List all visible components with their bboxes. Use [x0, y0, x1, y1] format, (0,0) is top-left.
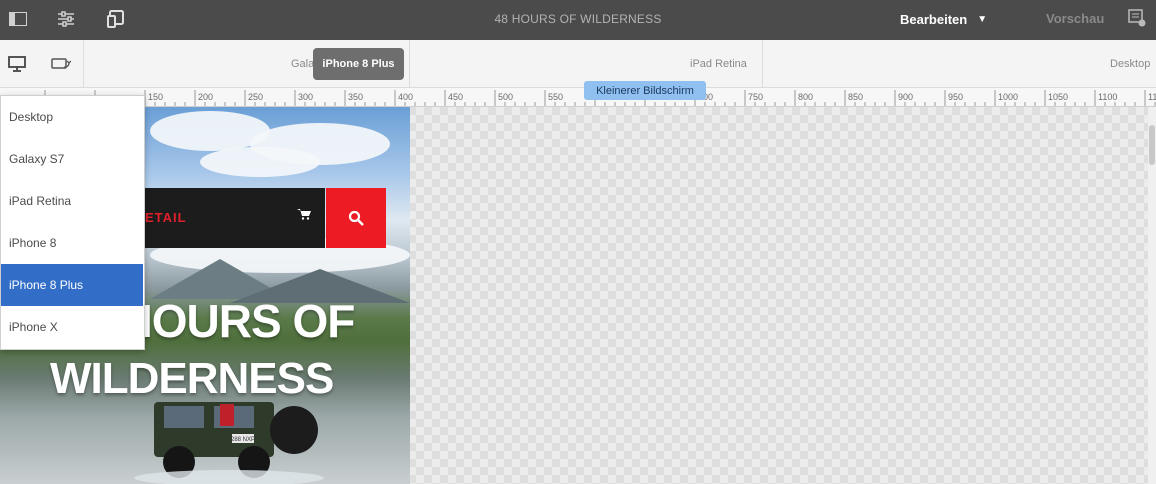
device-tooltip: iPhone 8 Plus	[313, 48, 404, 80]
ruler-label: 850	[848, 92, 863, 102]
preview-button[interactable]: Vorschau	[1046, 11, 1104, 26]
search-icon	[348, 210, 364, 226]
page-properties-icon[interactable]	[54, 8, 78, 30]
device-divider	[409, 40, 410, 88]
cloud	[200, 147, 320, 177]
ruler-label: 450	[448, 92, 463, 102]
device-dropdown: Desktop Galaxy S7 iPad Retina iPhone 8 i…	[0, 95, 145, 350]
ruler-label: 1050	[1048, 92, 1068, 102]
device-divider	[762, 40, 763, 88]
site-search-button[interactable]	[326, 188, 386, 248]
ruler-label: 750	[748, 92, 763, 102]
side-panel-icon[interactable]	[6, 8, 30, 30]
edit-mode-label: Bearbeiten	[900, 11, 968, 27]
cart-icon[interactable]	[297, 208, 311, 223]
annotation-icon[interactable]	[1128, 9, 1146, 32]
desktop-icon[interactable]	[6, 54, 28, 74]
ruler-label: 300	[298, 92, 313, 102]
ruler-label: 950	[948, 92, 963, 102]
emulator-bar: Galaxy S7 iPad Retina Desktop	[0, 40, 1156, 88]
top-toolbar: 48 HOURS OF WILDERNESS Bearbeiten ▼ Vors…	[0, 0, 1156, 40]
device-option-desktop[interactable]: Desktop	[1, 96, 143, 138]
device-option-galaxy-s7[interactable]: Galaxy S7	[1, 138, 143, 180]
rotate-device-icon[interactable]	[50, 54, 72, 74]
ruler-label: 500	[498, 92, 513, 102]
ruler-label: 550	[548, 92, 563, 102]
ruler-label: 150	[148, 92, 163, 102]
scrollbar-thumb[interactable]	[1149, 125, 1155, 165]
emulator-icon[interactable]	[104, 8, 128, 30]
site-navbar: ETAIL	[145, 188, 325, 248]
vertical-scrollbar[interactable]	[1148, 107, 1156, 484]
device-option-iphone-x[interactable]: iPhone X	[1, 306, 143, 348]
ruler-label: 1000	[998, 92, 1018, 102]
vehicle-image: 288 NXP	[134, 402, 324, 484]
edit-mode-button[interactable]: Bearbeiten ▼	[900, 9, 987, 29]
ruler-ticks: 1502002503003504004505005506006507007508…	[44, 90, 1156, 106]
ruler-label: 350	[348, 92, 363, 102]
smaller-screen-tag[interactable]: Kleinerer Bildschirm	[584, 81, 706, 100]
device-label-desktop[interactable]: Desktop	[1110, 58, 1150, 70]
ruler-label: 900	[898, 92, 913, 102]
device-label-ipad-retina[interactable]: iPad Retina	[690, 58, 747, 70]
emulator-icon-group	[0, 40, 84, 88]
license-plate: 288 NXP	[231, 437, 255, 443]
ruler-label: 250	[248, 92, 263, 102]
ruler-label: 800	[798, 92, 813, 102]
ruler-label: 400	[398, 92, 413, 102]
device-option-ipad-retina[interactable]: iPad Retina	[1, 180, 143, 222]
device-option-iphone-8[interactable]: iPhone 8	[1, 222, 143, 264]
ruler-label: 1100	[1098, 92, 1117, 102]
hero-title-line1: IOURS OF	[140, 295, 355, 347]
ruler-label: 200	[198, 92, 213, 102]
ruler: 1502002503003504004505005506006507007508…	[0, 88, 1156, 107]
device-option-iphone-8-plus[interactable]: iPhone 8 Plus	[1, 264, 143, 306]
chevron-down-icon: ▼	[977, 13, 988, 25]
ruler-label: 1150	[1148, 92, 1156, 102]
nav-link[interactable]: ETAIL	[145, 210, 187, 225]
